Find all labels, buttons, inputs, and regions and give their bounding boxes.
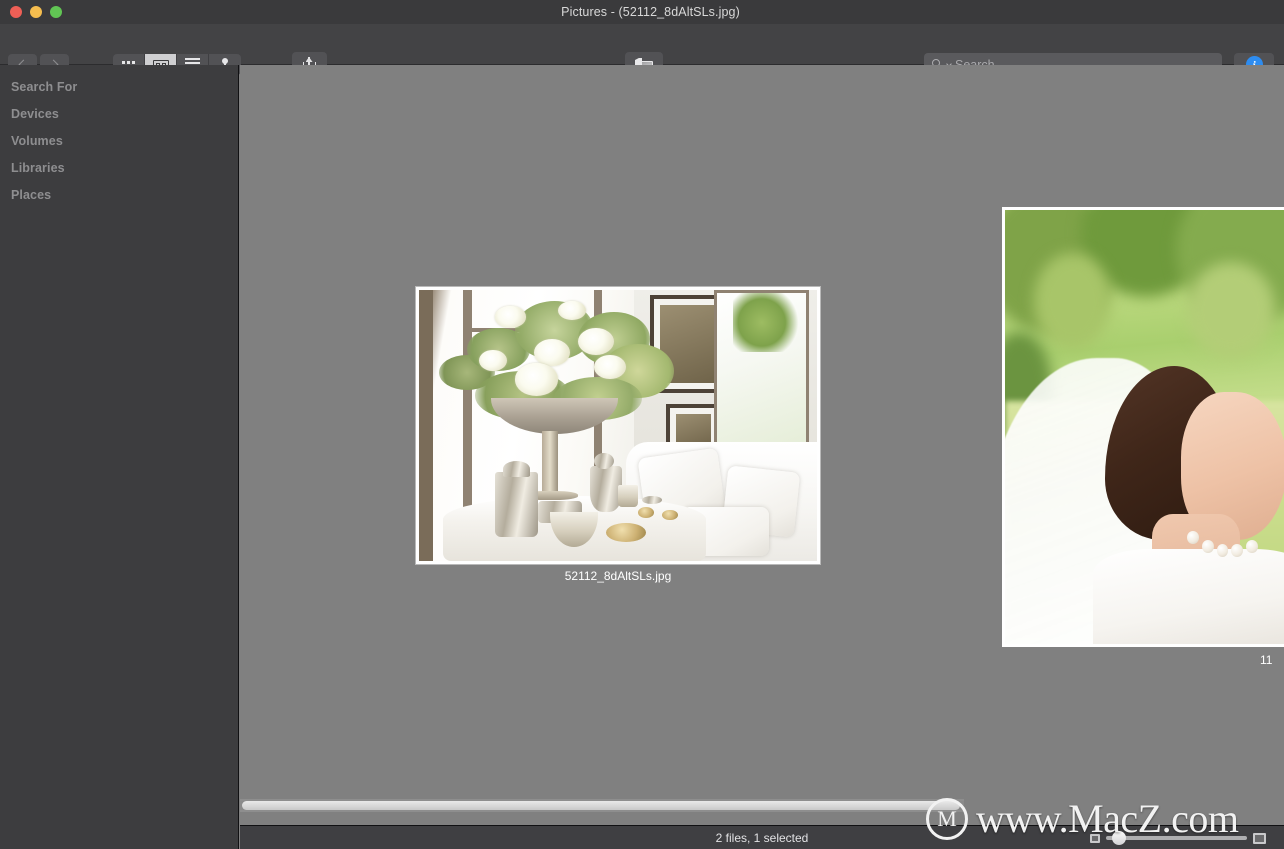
sidebar-item-label: Volumes (11, 133, 63, 148)
sidebar-item-label: Search For (11, 79, 78, 94)
file-name-label: 52112_8dAltSLs.jpg (564, 569, 672, 583)
content-area: 52112_8dAltSLs.jpg 11 (240, 65, 1284, 825)
slider-thumb[interactable] (1111, 831, 1126, 845)
window-title: Pictures - (52112_8dAltSLs.jpg) (561, 5, 740, 19)
sidebar-item-places[interactable]: Places (0, 181, 238, 208)
sidebar-item-devices[interactable]: Devices (0, 100, 238, 127)
small-thumbnail-icon (1090, 833, 1100, 843)
thumbnail-item[interactable] (1002, 207, 1284, 647)
large-thumbnail-icon (1253, 832, 1266, 844)
status-text: 2 files, 1 selected (715, 830, 809, 845)
sidebar: Search For Devices Volumes Libraries Pla… (0, 65, 239, 849)
sidebar-item-libraries[interactable]: Libraries (0, 154, 238, 181)
sidebar-item-volumes[interactable]: Volumes (0, 127, 238, 154)
title-bar: Pictures - (52112_8dAltSLs.jpg) (0, 0, 1284, 24)
window-title-group: Pictures - (52112_8dAltSLs.jpg) (0, 0, 1284, 24)
sidebar-item-label: Libraries (11, 160, 65, 175)
document-icon (544, 5, 555, 19)
toolbar: Search i (0, 24, 1284, 77)
photo-bride-outdoors (1005, 210, 1284, 644)
file-browser-window: Pictures - (52112_8dAltSLs.jpg) Search F… (0, 0, 1284, 849)
sidebar-item-search-for[interactable]: Search For (0, 73, 238, 100)
sidebar-item-label: Places (11, 187, 52, 202)
thumbnail-size-slider[interactable] (1090, 831, 1266, 845)
horizontal-scrollbar[interactable] (240, 799, 964, 812)
slider-track[interactable] (1106, 831, 1247, 845)
photo-floral-table (419, 290, 817, 561)
scrollbar-thumb[interactable] (242, 801, 960, 810)
thumbnail-item-selected[interactable] (416, 287, 820, 564)
file-name-label: 11 (1260, 653, 1273, 667)
sidebar-item-label: Devices (11, 106, 59, 121)
